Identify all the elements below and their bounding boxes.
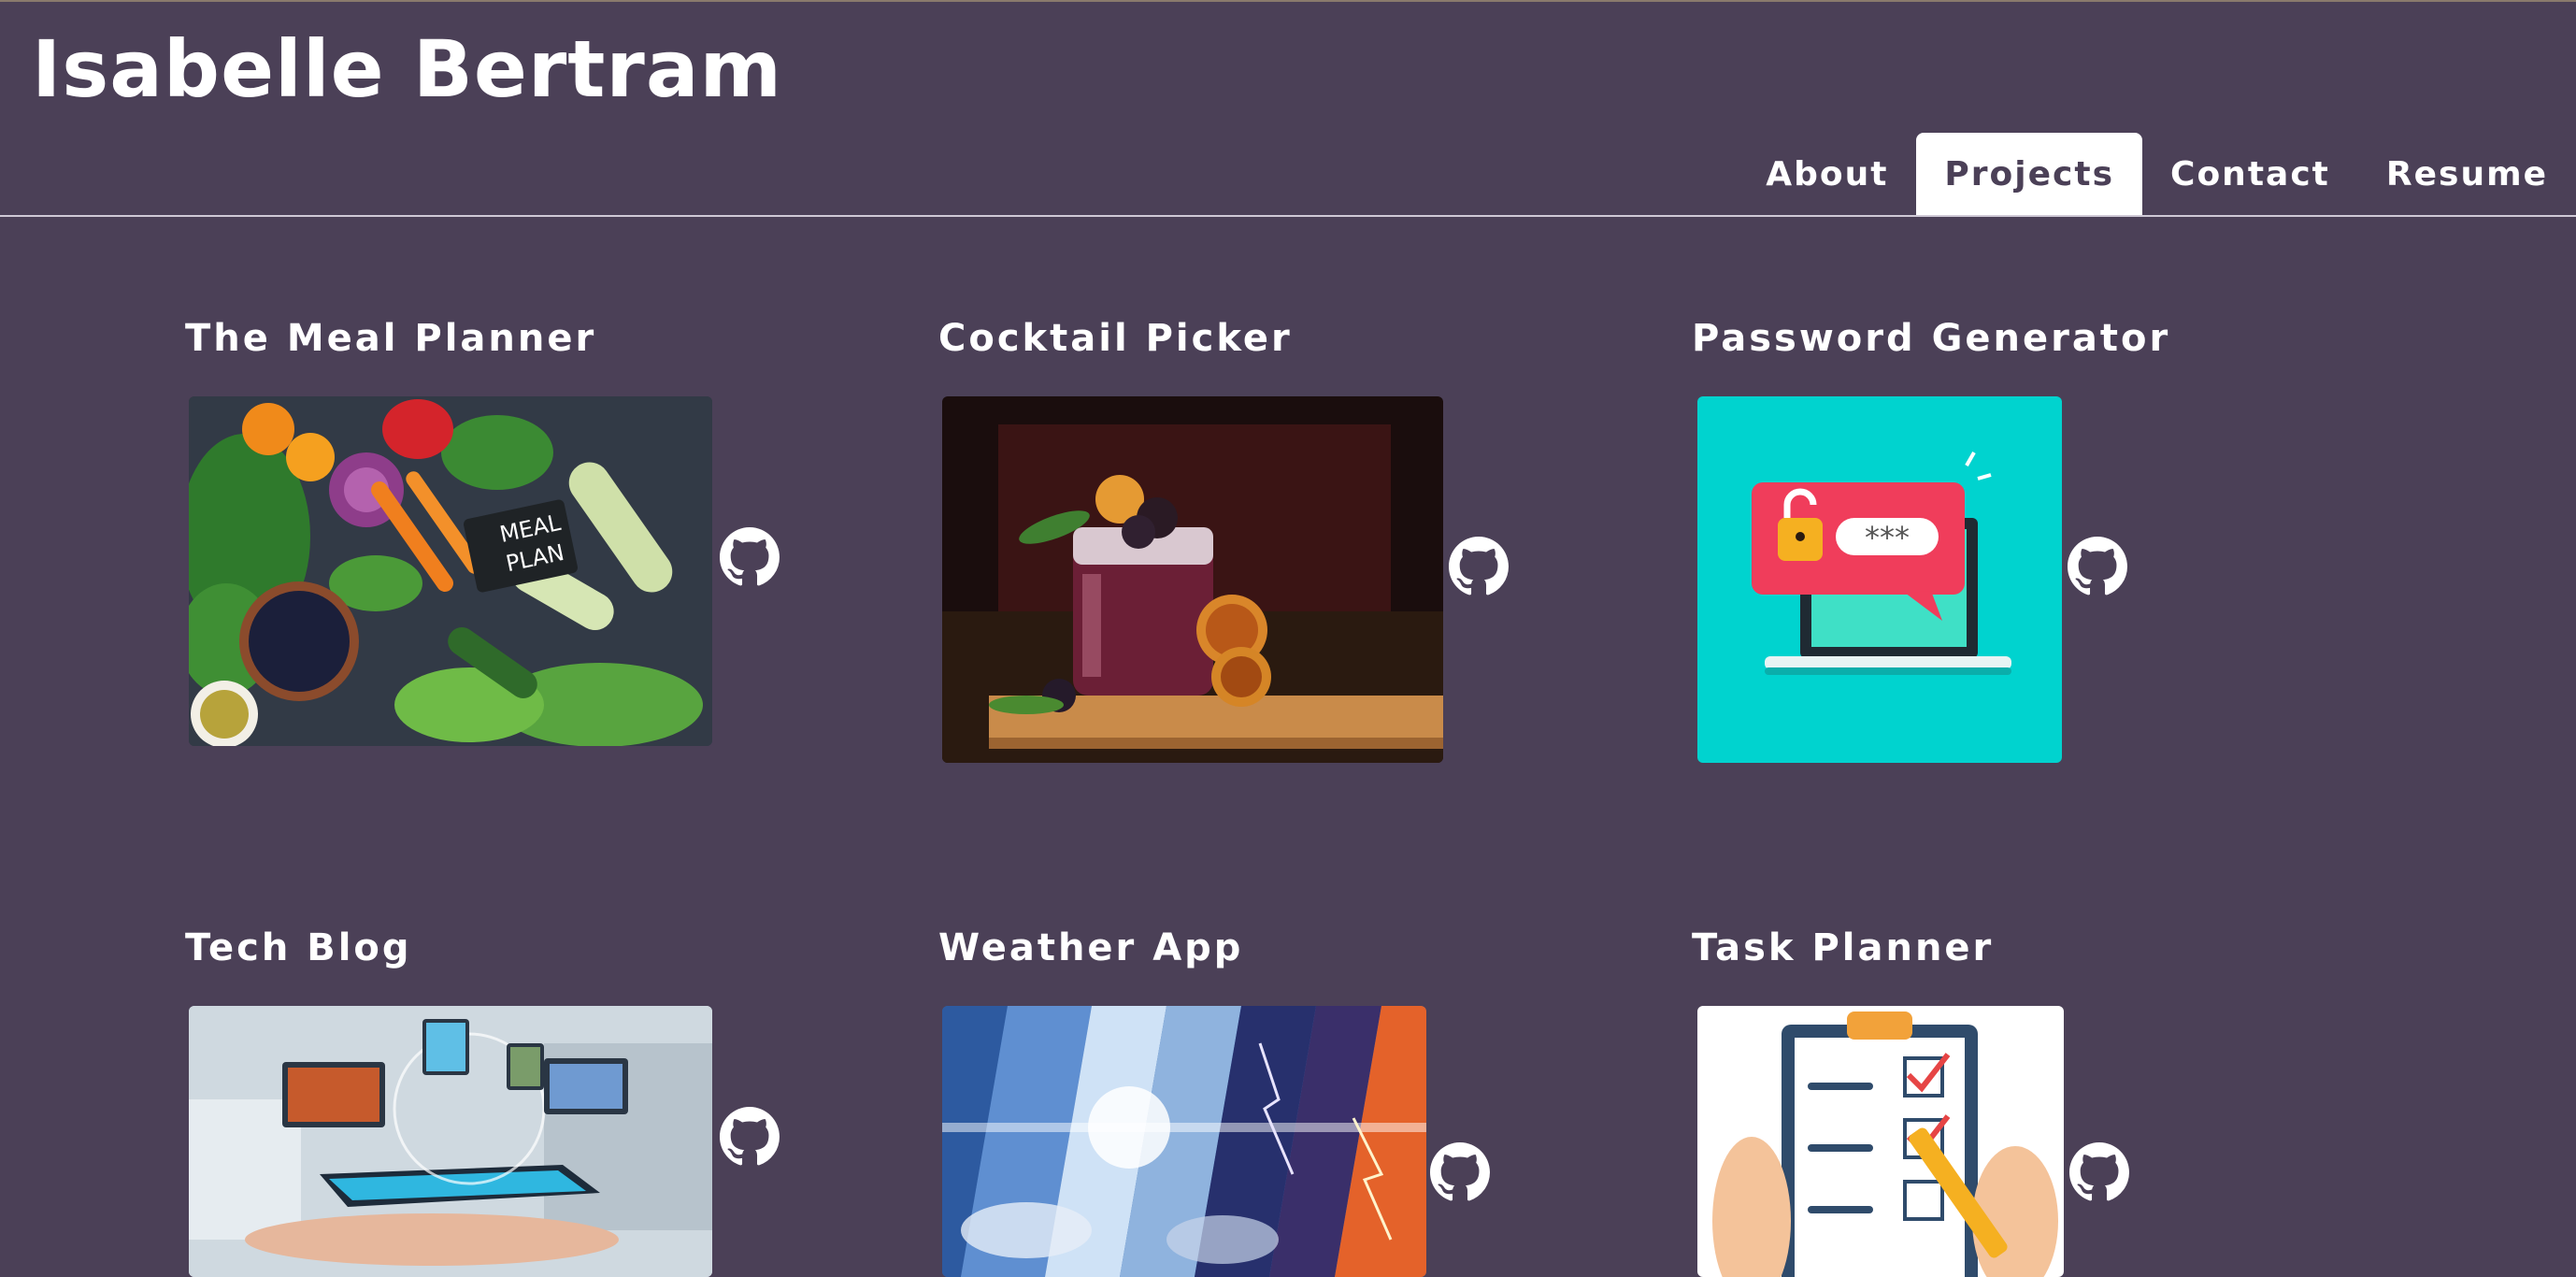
task-planner-github-link[interactable] [2069,1142,2129,1202]
project-title: Task Planner [1692,926,1995,969]
password-stars-text: *** [1865,520,1910,555]
github-icon [1430,1142,1490,1201]
github-icon [2068,537,2127,595]
password-generator-thumbnail[interactable]: *** [1697,396,2062,763]
main-nav: About Projects Contact Resume [1738,133,2576,217]
meal-planner-github-link[interactable] [720,527,780,587]
site-header: Isabelle Bertram About Projects Contact … [0,0,2576,217]
nav-resume-link[interactable]: Resume [2358,133,2576,215]
task-planner-thumbnail[interactable] [1697,1006,2064,1277]
site-title: Isabelle Bertram [32,23,783,115]
cocktail-picker-github-link[interactable] [1449,537,1509,596]
tech-blog-thumbnail[interactable] [189,1006,712,1277]
weather-app-github-link[interactable] [1430,1142,1490,1202]
password-generator-github-link[interactable] [2068,537,2127,596]
github-icon [1449,537,1509,595]
project-title: Password Generator [1692,317,2171,360]
project-title: The Meal Planner [185,317,597,360]
github-icon [720,527,780,586]
nav-about-link[interactable]: About [1738,133,1916,215]
weather-app-thumbnail[interactable] [942,1006,1426,1277]
project-title: Tech Blog [185,926,412,969]
github-icon [2069,1142,2129,1201]
project-title: Weather App [938,926,1244,969]
meal-planner-thumbnail[interactable]: MEAL PLAN [189,396,712,746]
nav-contact-link[interactable]: Contact [2142,133,2358,215]
github-icon [720,1107,780,1166]
project-title: Cocktail Picker [938,317,1293,360]
tech-blog-github-link[interactable] [720,1107,780,1167]
nav-projects-link[interactable]: Projects [1916,133,2143,215]
cocktail-picker-thumbnail[interactable] [942,396,1443,763]
